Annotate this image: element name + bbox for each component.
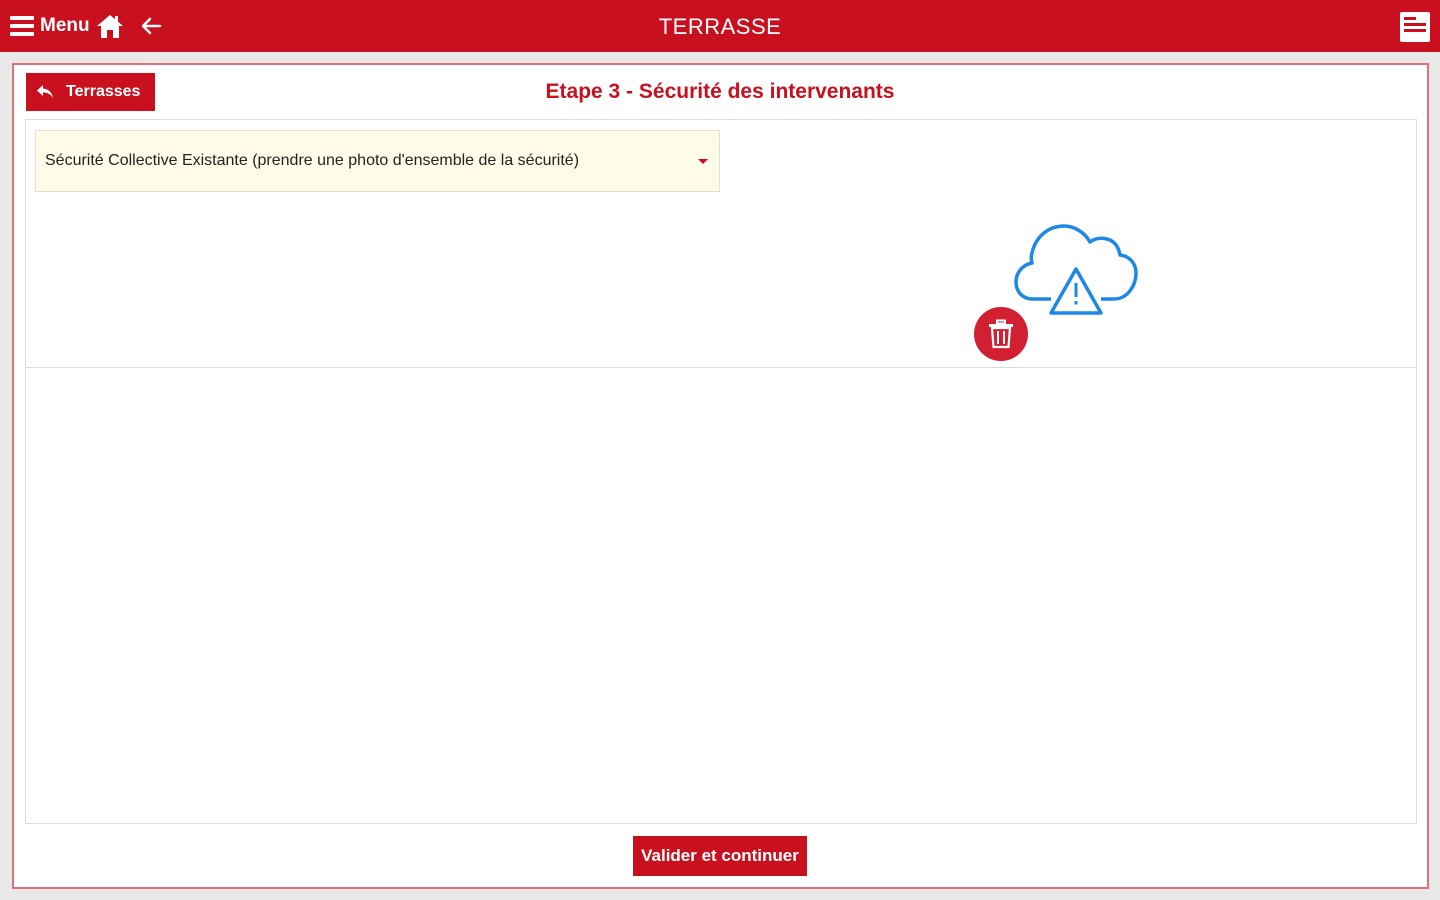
cloud-warning-icon [1014, 224, 1138, 315]
step-title: Etape 3 - Sécurité des intervenants [545, 80, 895, 103]
top-app-bar: Menu TERRASSE [0, 0, 1440, 52]
trash-icon [989, 319, 1013, 349]
delete-photo-button[interactable] [974, 307, 1028, 361]
validate-continue-button[interactable]: Valider et continuer [633, 836, 807, 876]
security-type-select[interactable]: Sécurité Collective Existante (prendre u… [35, 130, 720, 192]
panel-divider [26, 367, 1416, 368]
chevron-down-icon [698, 159, 708, 164]
page-title: TERRASSE [658, 14, 782, 39]
app-logo [1400, 12, 1430, 42]
select-value: Sécurité Collective Existante (prendre u… [45, 152, 580, 169]
photo-panel [25, 119, 1417, 824]
